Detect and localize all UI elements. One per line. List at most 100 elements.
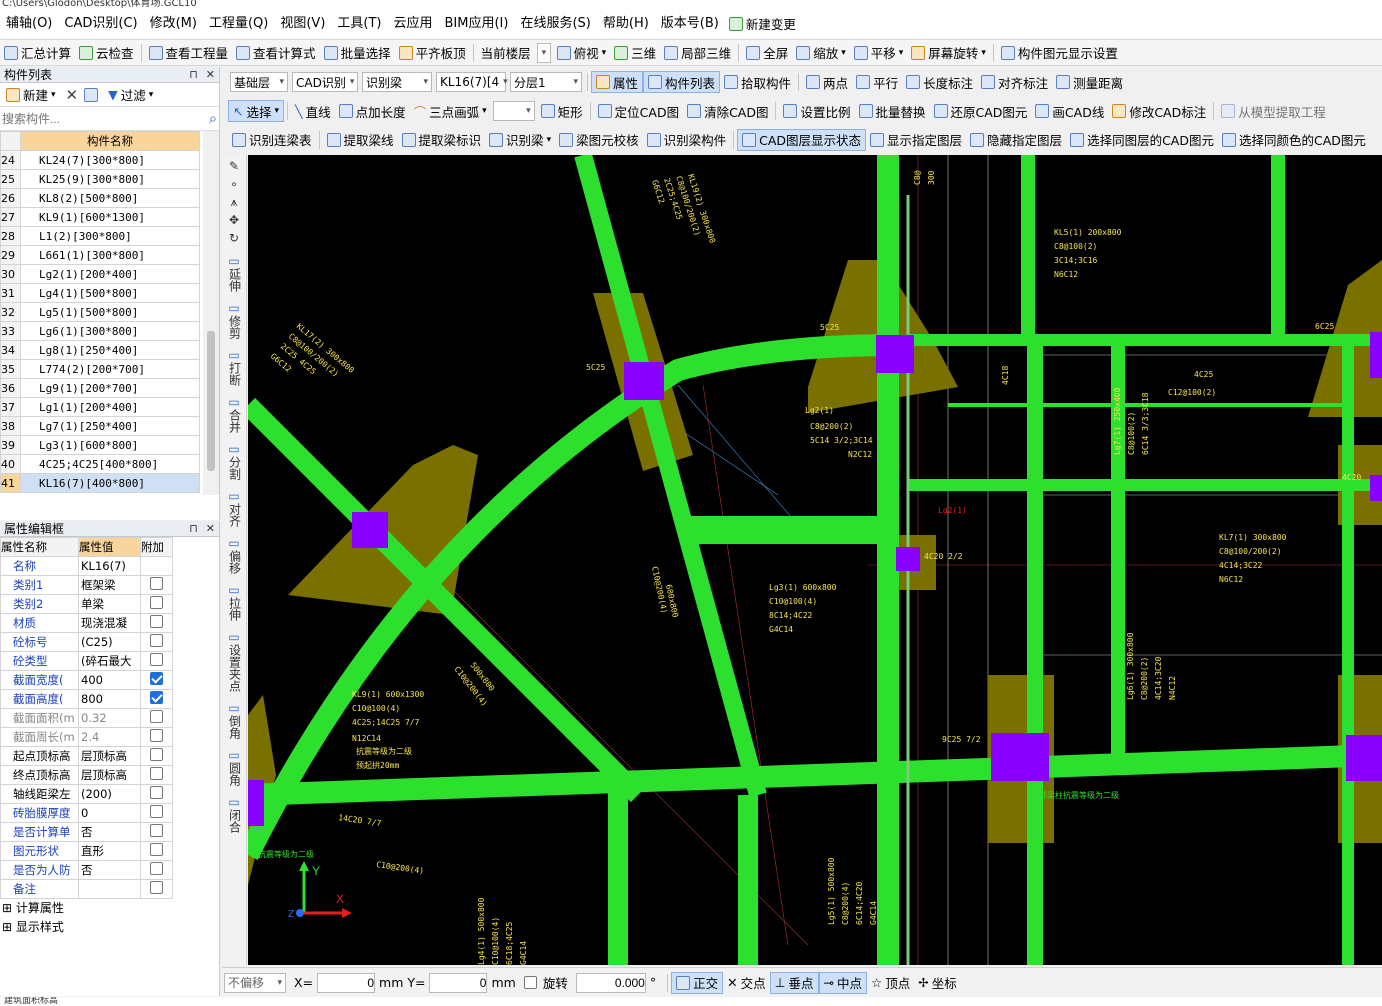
beam-check-button[interactable]: 梁图元校核: [555, 129, 643, 151]
cad-canvas[interactable]: KL19(2) 300x800 C8@100/200(2) 2C25;4C25 …: [248, 155, 1382, 965]
component-list-toggle[interactable]: 构件列表: [643, 71, 721, 93]
property-value[interactable]: 否: [78, 822, 141, 842]
menu-tools[interactable]: 工具(T): [331, 13, 387, 35]
rectangle-button[interactable]: 矩形: [537, 100, 587, 122]
attach-checkbox[interactable]: [150, 824, 163, 837]
property-value[interactable]: [78, 879, 141, 899]
menu-quantity[interactable]: 工程量(Q): [203, 13, 274, 35]
hide-layer-button[interactable]: 隐藏指定图层: [966, 129, 1066, 151]
property-row[interactable]: 砼类型 (碎石最大: [0, 651, 173, 671]
snap-vertex-button[interactable]: ☆ 顶点: [867, 972, 914, 994]
menu-view[interactable]: 视图(V): [274, 13, 331, 35]
snap-tool[interactable]: ∘: [222, 178, 246, 191]
3d-view-button[interactable]: 三维: [610, 42, 660, 64]
menu-online[interactable]: 在线服务(S): [514, 13, 596, 35]
mirror-tool[interactable]: ⩚: [222, 196, 246, 209]
pen-tool[interactable]: ✎: [222, 160, 246, 173]
vtool-8[interactable]: ▭ 设置夹点: [228, 631, 242, 693]
vtool-3[interactable]: ▭ 合并: [228, 396, 242, 434]
attach-checkbox[interactable]: [150, 672, 163, 685]
snap-midpoint-button[interactable]: ⊸ 中点: [818, 971, 868, 994]
batch-replace-button[interactable]: 批量替换: [855, 100, 930, 122]
current-floor-button[interactable]: 当前楼层: [477, 42, 535, 64]
restore-cad-button[interactable]: 还原CAD图元: [930, 100, 1032, 122]
attach-checkbox[interactable]: [150, 653, 163, 666]
scrollbar[interactable]: [203, 131, 219, 495]
property-value[interactable]: 0: [78, 803, 141, 823]
component-row[interactable]: 32 Lg5(1)[500*800]: [0, 302, 200, 322]
property-row[interactable]: 截面宽度(400: [0, 670, 173, 690]
menu-modify[interactable]: 修改(M): [144, 13, 203, 35]
measure-distance-button[interactable]: 测量距离: [1052, 71, 1127, 93]
top-view-button[interactable]: 俯视 ▾: [553, 42, 611, 64]
snap-ortho-button[interactable]: 正交: [671, 971, 724, 994]
property-row[interactable]: 备注: [0, 879, 173, 899]
property-row[interactable]: 是否为人防否: [0, 860, 173, 880]
pick-component-button[interactable]: 拾取构件: [720, 71, 795, 93]
search-input[interactable]: [2, 108, 210, 129]
property-value[interactable]: 800: [78, 689, 141, 709]
attach-checkbox[interactable]: [150, 748, 163, 761]
component-row[interactable]: 28 L1(2)[300*800]: [0, 226, 200, 246]
move-tool[interactable]: ✥: [222, 214, 246, 227]
property-value[interactable]: 否: [78, 860, 141, 880]
property-row[interactable]: 起点顶标高 层顶标高: [0, 746, 173, 766]
menu-cloud[interactable]: 云应用: [388, 13, 439, 35]
filter-button[interactable]: ▼ 过滤 ▾: [104, 84, 157, 106]
snap-perpendicular-button[interactable]: ⊥ 垂点: [769, 971, 819, 994]
property-row[interactable]: 是否计算单否: [0, 822, 173, 842]
offset-mode-select[interactable]: 不偏移 ▾: [224, 972, 286, 993]
modify-cad-dim-button[interactable]: 修改CAD标注: [1108, 100, 1210, 122]
vtool-11[interactable]: ▭ 闭合: [228, 796, 242, 834]
layer-select[interactable]: 分层1 ▾: [510, 72, 582, 92]
view-formula-button[interactable]: 查看计算式: [232, 42, 320, 64]
attach-checkbox[interactable]: [150, 596, 163, 609]
display-settings-button[interactable]: 构件图元显示设置: [997, 42, 1122, 64]
align-slab-top-button[interactable]: 平齐板顶: [395, 42, 470, 64]
component-row[interactable]: 35 L774(2)[200*700]: [0, 359, 200, 379]
recog-beam-select[interactable]: 识别梁 ▾: [362, 72, 432, 92]
group-display-style[interactable]: ⊞ 显示样式: [2, 918, 219, 937]
group-calc-props[interactable]: ⊞ 计算属性: [2, 899, 219, 918]
recog-link-beam-table-button[interactable]: 识别连梁表: [228, 129, 316, 151]
x-coordinate-input[interactable]: [317, 972, 376, 993]
aligned-dim-button[interactable]: 对齐标注: [977, 71, 1052, 93]
component-row[interactable]: 37 Lg1(1)[200*400]: [0, 397, 200, 417]
attach-checkbox[interactable]: [150, 786, 163, 799]
vtool-1[interactable]: ▭ 修剪: [228, 302, 242, 340]
pin-icon[interactable]: ⊓: [189, 68, 198, 81]
vtool-2[interactable]: ▭ 打断: [228, 349, 242, 387]
snap-intersection-button[interactable]: ✕ 交点: [723, 972, 770, 994]
property-row[interactable]: 截面周长(m 2.4: [0, 727, 173, 747]
close-icon[interactable]: ✕: [206, 68, 215, 81]
parallel-button[interactable]: 平行: [852, 71, 902, 93]
arc-button[interactable]: ⌒ 三点画弧 ▾: [410, 100, 491, 122]
menu-version[interactable]: 版本号(B): [655, 13, 725, 35]
property-value[interactable]: 现浇混凝: [78, 613, 141, 633]
line-button[interactable]: ╲ 直线: [291, 100, 335, 122]
fullscreen-button[interactable]: 全屏: [742, 42, 792, 64]
cloud-check-button[interactable]: 云检查: [75, 42, 138, 64]
component-row[interactable]: 40 4C25;4C25[400*800]: [0, 454, 200, 474]
cad-recog-select[interactable]: CAD识别 ▾: [292, 72, 358, 92]
attach-checkbox[interactable]: [150, 691, 163, 704]
property-row[interactable]: 砼标号 (C25): [0, 632, 173, 652]
property-row[interactable]: 砖胎膜厚度 0: [0, 803, 173, 823]
summary-calc-button[interactable]: 汇总计算: [0, 42, 75, 64]
attach-checkbox[interactable]: [150, 843, 163, 856]
point-length-button[interactable]: 点加长度: [335, 100, 410, 122]
menu-help[interactable]: 帮助(H): [597, 13, 655, 35]
component-row[interactable]: 31 Lg4(1)[500*800]: [0, 283, 200, 303]
component-row[interactable]: 29 L661(1)[300*800]: [0, 245, 200, 265]
menu-cad-recognize[interactable]: CAD识别(C): [58, 13, 143, 35]
component-row[interactable]: 26 KL8(2)[500*800]: [0, 188, 200, 208]
component-row[interactable]: 30 Lg2(1)[200*400]: [0, 264, 200, 284]
extract-model-button[interactable]: 从模型提取工程: [1217, 100, 1330, 122]
set-scale-button[interactable]: 设置比例: [779, 100, 854, 122]
property-value[interactable]: 直形: [78, 841, 141, 861]
vtool-4[interactable]: ▭ 分割: [228, 443, 242, 481]
attach-checkbox[interactable]: [150, 634, 163, 647]
two-point-button[interactable]: 两点: [802, 71, 852, 93]
property-value[interactable]: 0.32: [78, 708, 141, 728]
attach-checkbox[interactable]: [150, 615, 163, 628]
